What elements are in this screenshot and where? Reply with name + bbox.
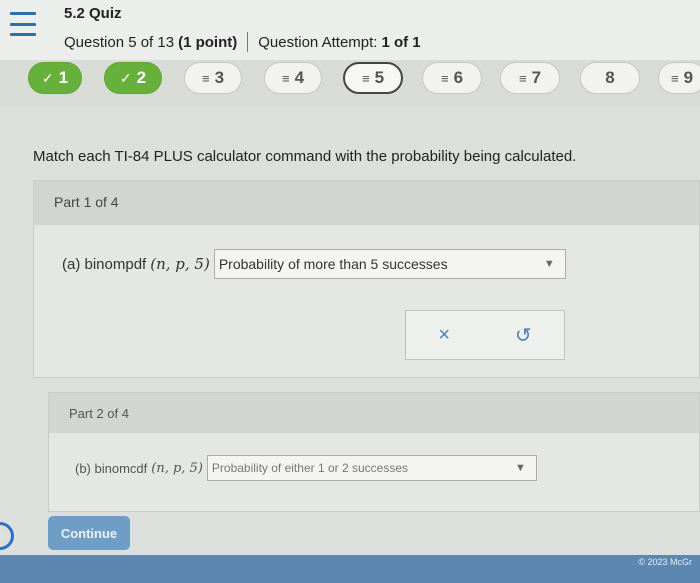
attempt-label: Question Attempt: <box>258 33 378 51</box>
command-label: (b) binomcdf <box>75 460 148 476</box>
selected-answer: Probability of more than 5 successes <box>218 256 448 272</box>
attempt-value: 1 of 1 <box>381 33 421 51</box>
question-nav-1[interactable]: ✓ 1 <box>28 62 82 94</box>
question-nav-5[interactable]: ≡ 5 <box>343 62 403 94</box>
question-nav-9[interactable]: ≡ 9 <box>658 62 700 94</box>
points-label: (1 point) <box>178 33 238 51</box>
check-icon: ✓ <box>41 69 54 86</box>
quiz-header: 5.2 Quiz Question 5 of 13 (1 point) Ques… <box>0 0 700 62</box>
command-label: (a) binompdf <box>62 255 147 273</box>
question-number: 6 <box>453 68 464 87</box>
footer: © 2023 McGr <box>0 555 700 583</box>
menu-icon[interactable] <box>10 12 36 36</box>
dropdown-arrow-icon: ▼ <box>543 258 555 270</box>
unanswered-icon: ≡ <box>361 70 370 86</box>
unanswered-icon: ≡ <box>201 70 210 86</box>
answer-select[interactable]: Probability of either 1 or 2 successes ▼ <box>206 455 537 481</box>
unanswered-icon: ≡ <box>440 70 449 86</box>
clear-icon[interactable]: × <box>438 324 450 347</box>
question-number: 2 <box>136 68 147 87</box>
question-number: 5 <box>374 68 385 87</box>
part-2-card: Part 2 of 4 (b) binomcdf (n, p, 5) Proba… <box>48 392 700 512</box>
unanswered-icon: ≡ <box>281 70 290 86</box>
part-2-header: Part 2 of 4 <box>49 393 699 433</box>
part-1-card: Part 1 of 4 (a) binompdf (n, p, 5) Proba… <box>33 180 700 378</box>
command-args: (n, p, 5) <box>151 460 203 476</box>
part-1-header: Part 1 of 4 <box>34 181 699 225</box>
question-status: Question 5 of 13 (1 point) Question Atte… <box>64 32 421 52</box>
question-instructions: Match each TI-84 PLUS calculator command… <box>33 148 577 165</box>
question-label: Question 5 of 13 <box>64 33 175 51</box>
question-nav-7[interactable]: ≡ 7 <box>500 62 560 94</box>
selected-answer: Probability of either 1 or 2 successes <box>211 461 408 475</box>
question-number: 1 <box>58 68 69 87</box>
question-number: 3 <box>214 68 225 87</box>
answer-select[interactable]: Probability of more than 5 successes ▼ <box>213 249 566 279</box>
question-number: 4 <box>294 68 305 87</box>
check-icon: ✓ <box>119 69 132 86</box>
quiz-title: 5.2 Quiz <box>64 5 122 22</box>
question-nav-8[interactable]: 8 <box>580 62 640 94</box>
question-nav-4[interactable]: ≡ 4 <box>264 62 322 94</box>
command-args: (n, p, 5) <box>150 255 210 273</box>
unanswered-icon: ≡ <box>518 70 527 86</box>
answer-actions: × ↺ <box>405 310 565 360</box>
question-number: 7 <box>531 68 542 87</box>
part-1-command-row: (a) binompdf (n, p, 5) Probability of mo… <box>62 249 566 279</box>
question-number: 8 <box>605 68 615 87</box>
undo-icon[interactable]: ↺ <box>515 323 532 348</box>
question-nav-2[interactable]: ✓ 2 <box>104 62 162 94</box>
dropdown-arrow-icon: ▼ <box>515 462 526 474</box>
copyright: © 2023 McGr <box>638 557 692 567</box>
part-2-command-row: (b) binomcdf (n, p, 5) Probability of ei… <box>75 455 537 481</box>
unanswered-icon: ≡ <box>670 70 679 86</box>
question-nav-3[interactable]: ≡ 3 <box>184 62 242 94</box>
divider <box>247 32 249 52</box>
continue-button[interactable]: Continue <box>48 516 130 550</box>
question-nav-6[interactable]: ≡ 6 <box>422 62 482 94</box>
question-number: 9 <box>683 68 694 87</box>
